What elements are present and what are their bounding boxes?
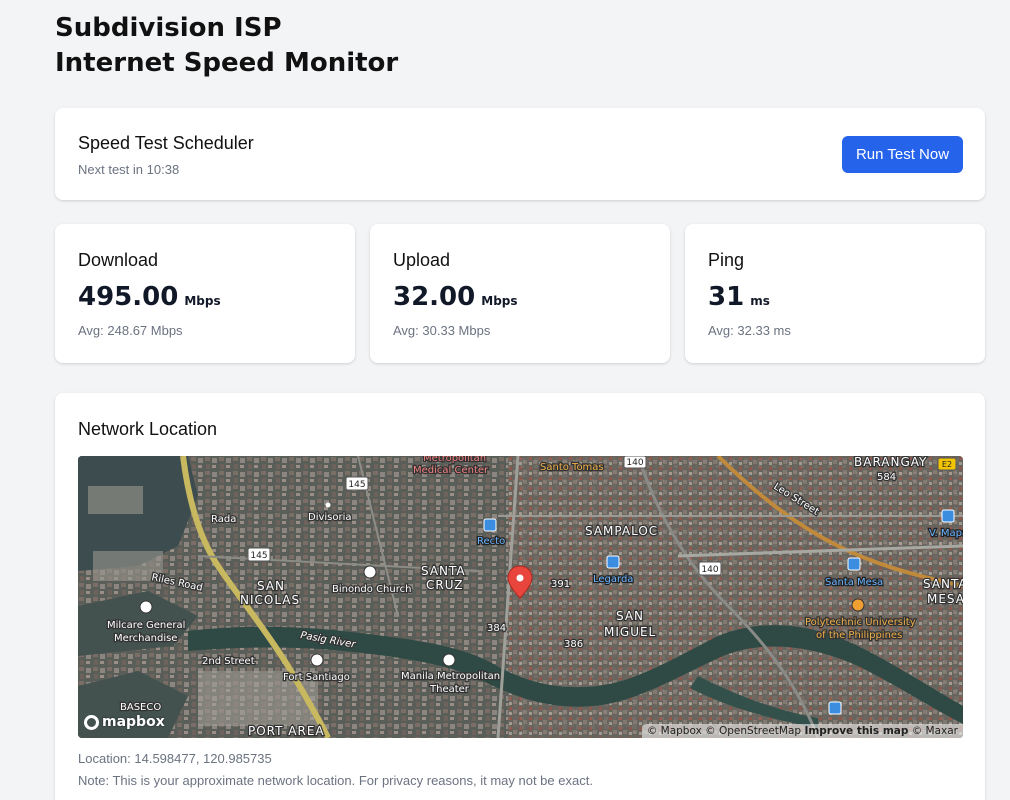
page-title-line2: Internet Speed Monitor (55, 48, 399, 78)
location-map[interactable]: 145 145 140 140 E2 Metropolitan Medical … (78, 456, 963, 738)
divisoria-dot-icon (325, 502, 331, 508)
map-label-metropolitan: Metropolitan (423, 456, 486, 464)
svg-text:E2: E2 (942, 460, 952, 469)
map-label-santo-tomas: Santo Tomas (540, 462, 604, 473)
map-label-384: 384 (487, 623, 506, 634)
mapbox-logo-icon (84, 714, 99, 730)
map-label-miguel: MIGUEL (604, 625, 656, 639)
map-label-pup-2: of the Philippines (816, 630, 902, 641)
map-label-386: 386 (564, 639, 583, 650)
attribution-maxar-link[interactable]: © Maxar (912, 725, 958, 737)
map-label-v-mapa: V. Mapa (929, 528, 963, 539)
scheduler-title: Speed Test Scheduler (78, 133, 254, 153)
network-location-title: Network Location (78, 419, 218, 439)
map-label-theater: Theater (429, 684, 470, 695)
map-label-cruz: CRUZ (426, 578, 464, 592)
page-title-line1: Subdivision ISP (55, 13, 282, 43)
upload-card: Upload 32.00 Mbps Avg: 30.33 Mbps (370, 224, 670, 363)
route-shield-e2: E2 (937, 457, 957, 471)
theater-icon (442, 653, 456, 667)
university-icon (851, 598, 865, 612)
upload-label: Upload (393, 250, 451, 270)
ping-average: Avg: 32.33 ms (708, 323, 791, 338)
church-icon (363, 565, 377, 579)
map-label-fort-santiago: Fort Santiago (283, 672, 350, 683)
attribution-osm-link[interactable]: © OpenStreetMap (705, 725, 801, 737)
map-label-santa: SANTA (421, 564, 466, 578)
network-location-card: Network Location 145 145 140 140 E2 Metr… (55, 393, 985, 800)
map-label-mesa: MESA (927, 592, 963, 606)
map-label-binondo-church: Binondo Church (332, 584, 411, 595)
map-canvas[interactable]: 145 145 140 140 E2 Metropolitan Medical … (78, 456, 963, 738)
download-number: 495.00 (78, 282, 179, 312)
download-value: 495.00 Mbps (78, 282, 221, 312)
map-label-584: 584 (877, 472, 896, 483)
map-attribution: © Mapbox © OpenStreetMap Improve this ma… (641, 724, 963, 738)
location-coordinates: Location: 14.598477, 120.985735 (78, 751, 272, 766)
download-label: Download (78, 250, 159, 270)
shop-icon (139, 600, 153, 614)
map-label-san-nicolas-1: SAN (257, 579, 285, 593)
svg-text:140: 140 (701, 565, 718, 575)
landmark-icon (310, 653, 324, 667)
map-label-santa-mesa: Santa Mesa (825, 577, 883, 588)
download-unit: Mbps (184, 294, 221, 308)
download-average: Avg: 248.67 Mbps (78, 323, 183, 338)
page-title: Subdivision ISP Internet Speed Monitor (55, 11, 398, 81)
scheduler-card: Speed Test Scheduler Next test in 10:38 … (55, 108, 985, 200)
map-label-legarda: Legarda (593, 574, 633, 585)
map-label-recto: Recto (477, 536, 505, 547)
ping-label: Ping (708, 250, 745, 270)
upload-unit: Mbps (481, 294, 518, 308)
ping-value: 31 ms (708, 282, 770, 312)
map-label-baseco: BASECO (120, 702, 161, 713)
mapbox-logo-text: mapbox (102, 714, 165, 730)
next-test-countdown: Next test in 10:38 (78, 162, 180, 177)
ping-card: Ping 31 ms Avg: 32.33 ms (685, 224, 985, 363)
map-label-sampaloc: SAMPALOC (585, 524, 658, 538)
map-label-divisoria: Divisoria (308, 512, 352, 523)
run-test-now-button[interactable]: Run Test Now (842, 136, 963, 173)
map-label-barangay: BARANGAY (854, 456, 927, 469)
upload-number: 32.00 (393, 282, 476, 312)
map-label-medical-center: Medical Center (413, 465, 489, 476)
svg-text:145: 145 (250, 551, 267, 561)
route-shield-145a: 145 (345, 476, 369, 491)
route-shield-140b: 140 (698, 561, 722, 576)
map-label-391: 391 (551, 579, 570, 590)
download-card: Download 495.00 Mbps Avg: 248.67 Mbps (55, 224, 355, 363)
map-label-nicolas: NICOLAS (240, 593, 300, 607)
map-label-milcare-1: Milcare General (107, 620, 185, 631)
map-label-san-miguel-1: SAN (616, 609, 644, 623)
ping-number: 31 (708, 282, 745, 312)
map-label-port-area: PORT AREA (248, 724, 325, 738)
route-shield-140a: 140 (623, 456, 647, 469)
svg-text:140: 140 (626, 458, 643, 468)
map-label-manila-metropolitan: Manila Metropolitan (401, 671, 500, 682)
port-pier (88, 486, 143, 514)
map-label-2nd-street: 2nd Street (202, 656, 255, 667)
route-shield-145b: 145 (247, 547, 271, 562)
attribution-mapbox-link[interactable]: © Mapbox (647, 725, 702, 737)
map-label-santa-2: SANTA (923, 577, 963, 591)
upload-value: 32.00 Mbps (393, 282, 518, 312)
map-label-milcare-2: Merchandise (114, 633, 177, 644)
ping-unit: ms (750, 294, 770, 308)
map-label-pup-1: Polytechnic University (805, 617, 916, 628)
upload-average: Avg: 30.33 Mbps (393, 323, 491, 338)
improve-map-link[interactable]: Improve this map (804, 725, 908, 737)
mapbox-logo: mapbox (84, 714, 165, 730)
map-label-rada: Rada (211, 514, 236, 525)
svg-text:145: 145 (348, 480, 365, 490)
location-privacy-note: Note: This is your approximate network l… (78, 773, 593, 788)
